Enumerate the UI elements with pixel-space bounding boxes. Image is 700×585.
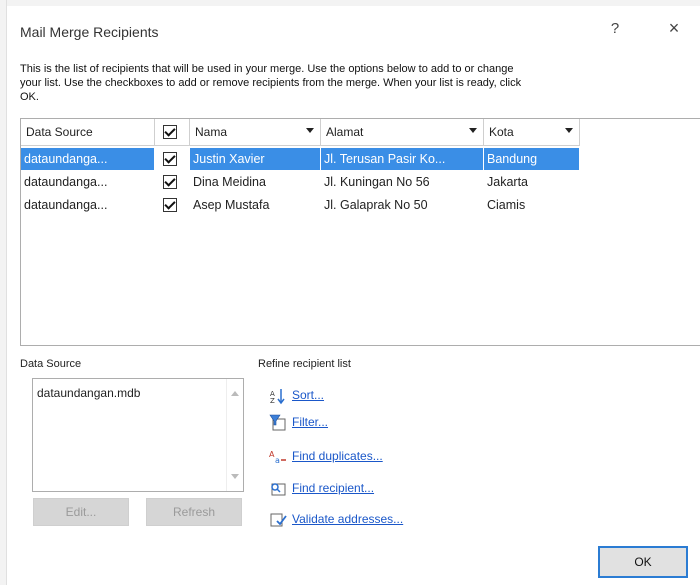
refine-recipient-list-label: Refine recipient list [258, 358, 351, 370]
recipient-list[interactable]: Data Source Nama Alamat Kota dataundanga… [20, 118, 700, 346]
svg-text:a: a [275, 456, 280, 465]
dialog-title: Mail Merge Recipients [20, 24, 159, 40]
row-source-cell: dataundanga... [24, 198, 108, 212]
data-source-item[interactable]: dataundangan.mdb [37, 386, 140, 400]
nama-dropdown-arrow-icon[interactable] [306, 128, 314, 133]
validate-addresses-link[interactable]: Validate addresses... [292, 512, 403, 526]
kota-dropdown-arrow-icon[interactable] [565, 128, 573, 133]
ok-button[interactable]: OK [598, 546, 688, 578]
table-row[interactable]: dataundanga... Asep Mustafa Jl. Galaprak… [21, 194, 581, 216]
row-nama-cell: Justin Xavier [190, 148, 320, 170]
row-alamat-cell: Jl. Terusan Pasir Ko... [321, 148, 483, 170]
scroll-down-icon[interactable] [231, 474, 239, 479]
window-top-edge [0, 0, 700, 6]
window-left-edge [0, 0, 7, 585]
find-recipient-icon [268, 479, 288, 499]
row-kota-cell: Ciamis [487, 198, 526, 212]
sort-icon: AZ [268, 386, 288, 406]
column-header-alamat[interactable]: Alamat [321, 119, 484, 146]
table-row[interactable]: dataundanga... Dina Meidina Jl. Kuningan… [21, 171, 581, 193]
row-source-cell: dataundanga... [24, 175, 108, 189]
close-button[interactable]: × [664, 18, 684, 39]
instructions-text: This is the list of recipients that will… [20, 63, 522, 103]
refresh-button[interactable]: Refresh [146, 498, 242, 526]
row-source-cell: dataundanga... [21, 148, 154, 170]
svg-text:Z: Z [270, 397, 275, 405]
row-kota-cell: Jakarta [487, 175, 528, 189]
find-duplicates-icon: Aa [268, 447, 288, 467]
edit-button[interactable]: Edit... [33, 498, 129, 526]
column-header-data-source[interactable]: Data Source [21, 119, 155, 146]
column-header-nama[interactable]: Nama [190, 119, 321, 146]
row-include-checkbox[interactable] [163, 152, 177, 166]
row-include-checkbox[interactable] [163, 175, 177, 189]
select-all-checkbox[interactable] [163, 125, 177, 139]
row-kota-cell: Bandung [484, 148, 579, 170]
filter-icon [268, 413, 288, 433]
row-include-checkbox[interactable] [163, 198, 177, 212]
table-row[interactable]: dataundanga... Justin Xavier Jl. Terusan… [21, 148, 581, 170]
data-source-scrollbar[interactable] [226, 379, 243, 491]
find-recipient-link[interactable]: Find recipient... [292, 481, 374, 495]
validate-addresses-icon [268, 510, 288, 530]
data-source-label: Data Source [20, 358, 82, 370]
scroll-up-icon[interactable] [231, 391, 239, 396]
alamat-dropdown-arrow-icon[interactable] [469, 128, 477, 133]
row-alamat-cell: Jl. Kuningan No 56 [324, 175, 430, 189]
row-nama-cell: Dina Meidina [193, 175, 266, 189]
sort-link[interactable]: Sort... [292, 388, 324, 402]
filter-link[interactable]: Filter... [292, 415, 328, 429]
data-source-list[interactable]: dataundangan.mdb [32, 378, 244, 492]
help-button[interactable]: ? [605, 20, 625, 37]
find-duplicates-link[interactable]: Find duplicates... [292, 449, 383, 463]
column-header-checkbox[interactable] [155, 119, 190, 146]
column-header-kota[interactable]: Kota [484, 119, 580, 146]
row-alamat-cell: Jl. Galaprak No 50 [324, 198, 428, 212]
row-nama-cell: Asep Mustafa [193, 198, 270, 212]
